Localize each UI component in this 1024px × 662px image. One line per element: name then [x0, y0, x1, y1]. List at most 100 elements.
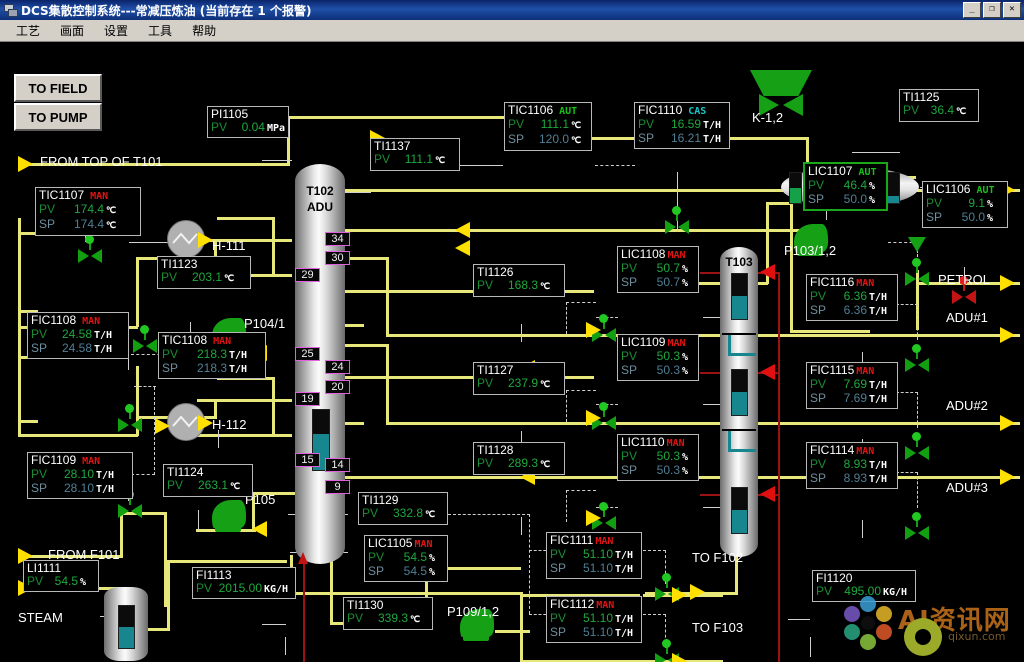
column-t103[interactable]: T103 — [720, 247, 758, 557]
pipe-tray15 — [18, 420, 38, 423]
tag-TIC1108[interactable]: TIC1108 MAN PV 218.3 T/H SP 218.3 T/H — [158, 332, 266, 379]
tag-FIC1116-pv: 6.36 — [843, 289, 867, 303]
tag-TI1137[interactable]: TI1137 PV 111.1 ℃ — [370, 138, 460, 171]
flower-icon — [844, 596, 892, 650]
tag-FIC1108[interactable]: FIC1108 MAN PV 24.58 T/H SP 24.58 T/H — [27, 312, 129, 359]
valve-tic1107[interactable] — [78, 235, 102, 263]
tag-TI1137-pv: 111.1 — [404, 152, 433, 166]
valve-lic1107[interactable] — [905, 258, 929, 286]
tag-FI1113-pv: 2015.00 — [218, 581, 262, 595]
tag-TI1129-pv-label: PV — [362, 506, 379, 520]
tray-marker-30: 30 — [325, 251, 350, 265]
tag-PI1105[interactable]: PI1105 PV 0.04 MPa — [207, 106, 289, 138]
tag-FIC1109[interactable]: FIC1109 MAN PV 28.10 T/H SP 28.10 T/H — [27, 452, 133, 499]
tag-TI1130[interactable]: TI1130 PV 339.3 ℃ — [343, 597, 433, 630]
tag-LI1111[interactable]: LI1111 PV 54.5% — [23, 560, 99, 592]
tag-LIC1110[interactable]: LIC1110 MAN PV 50.3% SP 50.3% — [617, 434, 699, 481]
tag-FIC1111[interactable]: FIC1111 MAN PV 51.10 T/H SP 51.10 T/H — [546, 532, 642, 579]
tag-PI1105-pv: 0.04 — [241, 120, 265, 134]
tag-LIC1105[interactable]: LIC1105 MAN PV 54.5% SP 54.5% — [364, 535, 448, 582]
cooler-k12-body[interactable] — [750, 70, 812, 96]
tray-marker-19: 19 — [295, 392, 320, 406]
pipe-left-7 — [272, 217, 275, 277]
pipe-overhead-1 — [287, 116, 512, 119]
tag-FIC1110-sp-unit: T/H — [703, 134, 722, 145]
dash-fic1116-v — [917, 304, 918, 340]
valve-adu1[interactable] — [905, 344, 929, 372]
tag-LIC1109-sp-unit: % — [682, 366, 689, 377]
process-graphic-canvas: T102 ADU T103 R102 — [0, 42, 1024, 662]
tag-FIC1110[interactable]: FIC1110 CAS PV 16.59 T/H SP 16.21 T/H — [634, 102, 730, 149]
tag-LIC1105-sp-label: SP — [368, 564, 385, 578]
tag-FIC1116[interactable]: FIC1116 MAN PV 6.36 T/H SP 6.36 T/H — [806, 274, 898, 321]
valve-petrol[interactable] — [952, 276, 976, 304]
tag-LIC1109-pv-label: PV — [621, 349, 638, 363]
valve-fic1109[interactable] — [118, 490, 142, 518]
valve-tic1108[interactable] — [118, 404, 142, 432]
downcomer-2a — [728, 431, 731, 451]
tag-FI1120[interactable]: FI1120 PV 495.00 KG/H — [812, 570, 916, 602]
dash-fic1109 — [131, 474, 155, 475]
tag-FI1113[interactable]: FI1113 PV 2015.00 KG/H — [192, 567, 296, 599]
to-pump-button[interactable]: TO PUMP — [14, 103, 102, 131]
label-steam: STEAM — [18, 610, 63, 625]
label-from-top-t101: FROM TOP OF T101 — [40, 154, 163, 169]
dash-lic1105-v — [529, 514, 530, 614]
tag-TI1123[interactable]: TI1123 PV 203.1 ℃ — [157, 256, 251, 289]
tray-marker-34: 34 — [325, 232, 350, 246]
tag-FIC1110-name: FIC1110 — [638, 103, 683, 117]
tag-TI1129[interactable]: TI1129 PV 332.8 ℃ — [358, 492, 448, 525]
tag-FIC1115[interactable]: FIC1115 MAN PV 7.69 T/H SP 7.69 T/H — [806, 362, 898, 409]
tag-TIC1106-pv-unit: ℃ — [571, 121, 582, 131]
tag-TIC1107-sp-label: SP — [39, 217, 56, 231]
tag-TI1125[interactable]: TI1125 PV 36.4 ℃ — [899, 89, 979, 122]
arrow-valve-2 — [586, 410, 601, 426]
label-p104: P104/1 — [244, 316, 286, 331]
tag-FIC1115-pv: 7.69 — [843, 377, 867, 391]
to-field-button[interactable]: TO FIELD — [14, 74, 102, 102]
tag-LIC1110-pv: 50.3 — [656, 449, 680, 463]
tag-FIC1114[interactable]: FIC1114 MAN PV 8.93 T/H SP 8.93 T/H — [806, 442, 898, 489]
tag-LIC1106[interactable]: LIC1106 AUT PV 9.1% SP 50.0% — [922, 181, 1008, 228]
level-gauge-vessel — [118, 605, 135, 649]
tag-TI1127[interactable]: TI1127 PV 237.9 ℃ — [473, 362, 565, 395]
tag-LIC1107-name: LIC1107 — [808, 164, 853, 178]
tag-LIC1107[interactable]: LIC1107 AUT PV 46.4% SP 50.0% — [803, 162, 888, 211]
tag-LIC1109[interactable]: LIC1109 MAN PV 50.3% SP 50.3% — [617, 334, 699, 381]
minimize-button[interactable]: _ — [963, 2, 981, 18]
menu-item-tools[interactable]: 工具 — [138, 20, 182, 41]
restore-button[interactable]: ❐ — [983, 2, 1001, 18]
tag-FI1120-pv: 495.00 — [844, 584, 881, 598]
valve-adu2[interactable] — [905, 432, 929, 460]
tag-FIC1112[interactable]: FIC1112 MAN PV 51.10 T/H SP 51.10 T/H — [546, 596, 642, 643]
tag-TI1124-pv: 263.1 — [197, 478, 228, 492]
pump-p105[interactable] — [212, 500, 246, 532]
sig-fic1114-v — [862, 520, 863, 538]
valve-adu3[interactable] — [905, 512, 929, 540]
tag-TIC1106[interactable]: TIC1106 AUT PV 111.1 ℃ SP 120.0 ℃ — [504, 102, 592, 151]
arrow-steam-t103-1 — [760, 264, 775, 280]
menu-item-settings[interactable]: 设置 — [94, 20, 138, 41]
menu-item-help[interactable]: 帮助 — [182, 20, 226, 41]
menu-item-screen[interactable]: 画面 — [50, 20, 94, 41]
valve-ti1123[interactable] — [133, 325, 157, 353]
valve-fic1110[interactable] — [665, 206, 689, 234]
arrow-adu2-out — [1000, 415, 1015, 431]
tag-TI1126[interactable]: TI1126 PV 168.3 ℃ — [473, 264, 565, 297]
pipe-r102-bottom — [790, 202, 793, 332]
tag-TI1129-pv-unit: ℃ — [425, 510, 436, 520]
label-k12: K-1,2 — [752, 110, 784, 125]
tag-LIC1107-sp: 50.0 — [843, 192, 867, 206]
tag-TI1137-pv-label: PV — [374, 152, 391, 166]
close-button[interactable]: ✕ — [1003, 2, 1021, 18]
tag-TI1124[interactable]: TI1124 PV 263.1 ℃ — [163, 464, 253, 497]
tag-FI1113-pv-label: PV — [196, 581, 213, 595]
vessel-small[interactable] — [104, 587, 148, 661]
tag-TI1128[interactable]: TI1128 PV 289.3 ℃ — [473, 442, 565, 475]
menu-item-process[interactable]: 工艺 — [6, 20, 50, 41]
sig-pi1105 — [262, 160, 292, 161]
tag-LIC1108[interactable]: LIC1108 MAN PV 50.7% SP 50.7% — [617, 246, 699, 293]
arrow-return-1 — [455, 222, 470, 238]
tag-TI1127-pv-label: PV — [477, 376, 494, 390]
tag-TIC1107[interactable]: TIC1107 MAN PV 174.4 ℃ SP 174.4 ℃ — [35, 187, 141, 236]
